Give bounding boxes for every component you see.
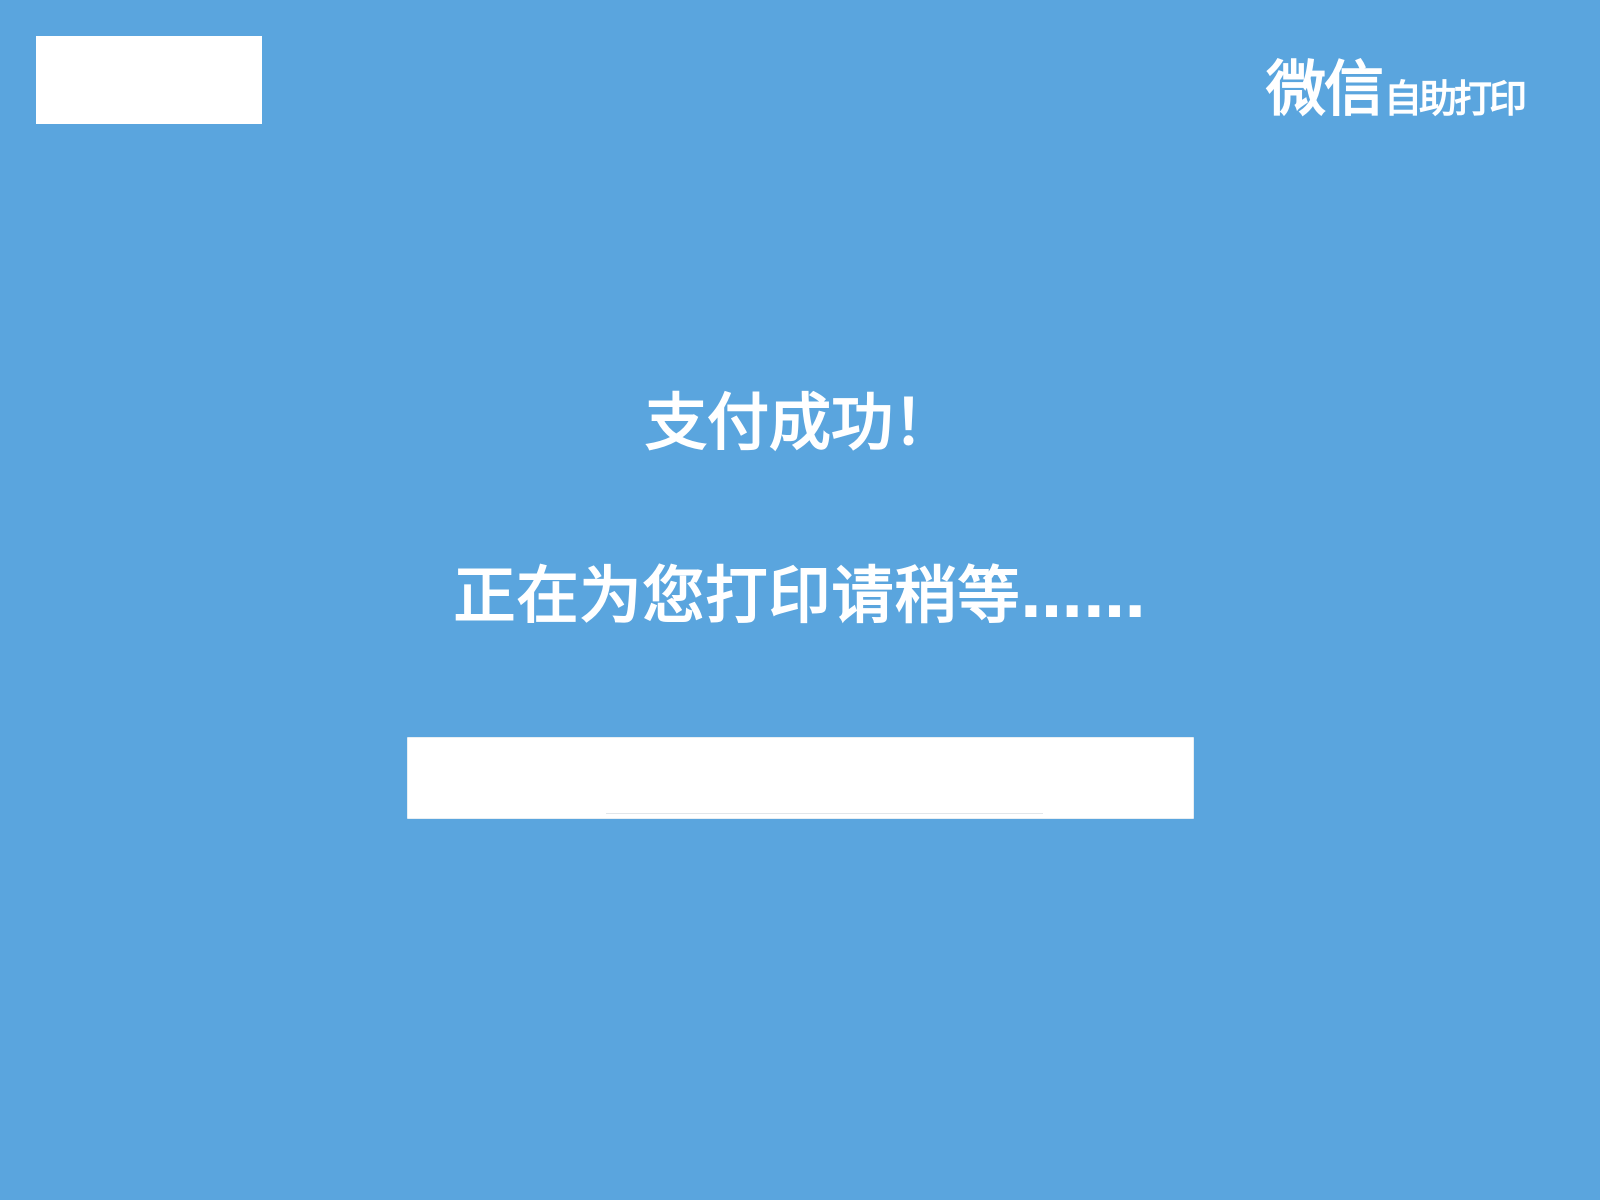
brand-logo: 微信 自助打印	[1265, 40, 1527, 125]
print-progress-fill	[606, 813, 1043, 814]
print-status-screen: 微信 自助打印 支付成功！ 正在为您打印请稍等……	[0, 0, 1600, 1200]
brand-main-text: 微信	[1265, 55, 1384, 125]
printing-status-message: 正在为您打印请稍等……	[453, 559, 1147, 632]
brand-sub-text: 自助打印	[1383, 77, 1527, 121]
payment-success-title: 支付成功！	[644, 386, 955, 459]
print-progress-bar	[407, 737, 1194, 819]
logo-placeholder	[36, 36, 262, 124]
